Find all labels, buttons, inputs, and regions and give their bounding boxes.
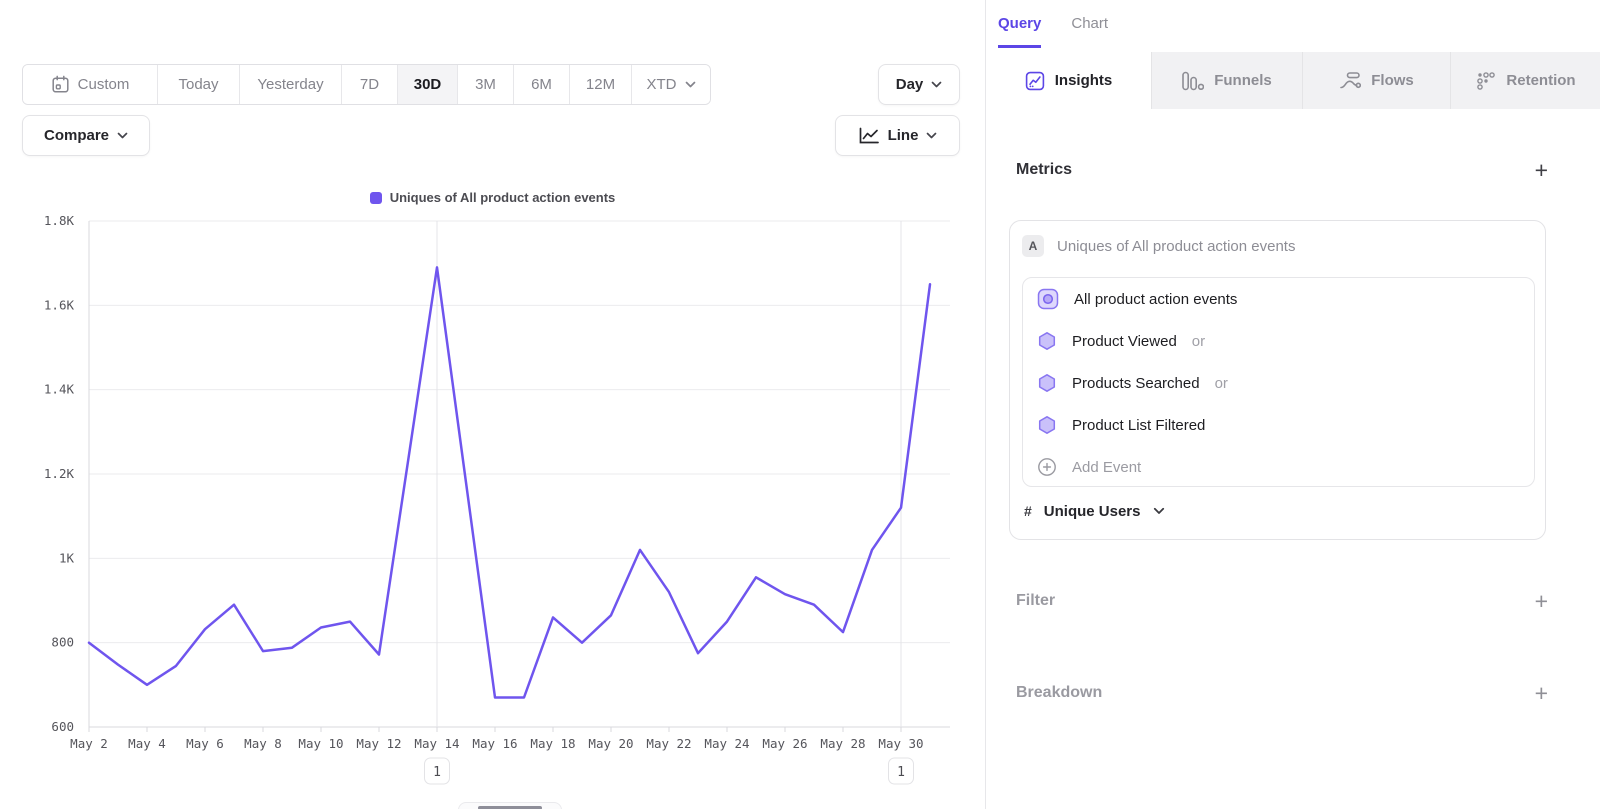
tab-insights[interactable]: Insights [986,52,1151,109]
svg-text:1.2K: 1.2K [44,466,75,481]
svg-text:1: 1 [897,765,905,780]
chevron-down-icon [926,132,937,139]
svg-text:May 14: May 14 [414,736,459,751]
chevron-down-icon [685,81,696,88]
metric-title: Uniques of All product action events [1057,238,1295,255]
add-metric-button[interactable]: + [1535,160,1548,180]
date-range-3m[interactable]: 3M [458,65,514,104]
svg-text:May 18: May 18 [530,736,575,751]
chart-legend: Uniques of All product action events [0,190,985,205]
svg-text:May 30: May 30 [878,736,923,751]
chart-panel: 600 800 1K 1.2K 1.4K 1.6K 1.8K May 2 May 4 May 6 M… [0,0,985,809]
insights-icon [1025,71,1045,91]
metrics-section-header: Metrics + [1016,156,1548,184]
metric-card: A Uniques of All product action events A… [1009,220,1546,540]
date-range-30d[interactable]: 30D [398,65,458,104]
svg-text:May 10: May 10 [298,736,343,751]
tab-funnels[interactable]: Funnels [1151,52,1302,109]
tab-chart[interactable]: Chart [1071,15,1108,48]
svg-text:800: 800 [51,635,74,650]
event-hexagon-icon [1037,415,1057,435]
aggregation-selector[interactable]: # Unique Users [1024,497,1165,525]
granularity-label: Day [896,76,924,93]
event-group-icon [1037,288,1059,310]
event-row-products-searched[interactable]: Products Searched or [1023,362,1534,404]
line-chart-icon [858,127,880,145]
svg-text:1.6K: 1.6K [44,297,75,312]
event-row-product-viewed[interactable]: Product Viewed or [1023,320,1534,362]
event-row-product-list-filtered[interactable]: Product List Filtered [1023,404,1534,446]
legend-label: Uniques of All product action events [390,190,616,205]
svg-text:1.4K: 1.4K [44,382,75,397]
events-card: All product action events Product Viewed… [1022,277,1535,487]
date-range-yesterday[interactable]: Yesterday [240,65,342,104]
svg-text:May 12: May 12 [356,736,401,751]
event-hexagon-icon [1037,331,1057,351]
svg-text:May 24: May 24 [704,736,749,751]
date-range-today[interactable]: Today [158,65,240,104]
legend-swatch [370,192,382,204]
retention-icon [1476,71,1496,91]
filter-section-header: Filter + [1016,587,1548,615]
aggregation-label: Unique Users [1044,503,1141,520]
add-event-button[interactable]: Add Event [1023,446,1534,487]
svg-text:May 2: May 2 [70,736,108,751]
app-root: 600 800 1K 1.2K 1.4K 1.6K 1.8K May 2 May 4 May 6 M… [0,0,1600,809]
svg-text:May 8: May 8 [244,736,282,751]
chevron-down-icon [1153,507,1165,515]
date-range-picker: Custom Today Yesterday 7D 30D 3M 6M 12M … [22,64,711,105]
svg-text:1.8K: 1.8K [44,213,75,228]
metrics-heading: Metrics [1016,161,1072,179]
svg-text:May 16: May 16 [472,736,517,751]
event-hexagon-icon [1037,373,1057,393]
number-icon: # [1024,503,1032,519]
flows-icon [1339,71,1361,91]
breakdown-heading: Breakdown [1016,684,1102,702]
query-panel: Query Chart Insights Funnels Flows [985,0,1600,809]
date-range-12m[interactable]: 12M [570,65,632,104]
report-tabs: Insights Funnels Flows Retention [986,52,1600,109]
tab-flows[interactable]: Flows [1302,52,1450,109]
svg-text:1K: 1K [59,550,75,565]
date-range-label: Custom [78,76,130,93]
chart-type-label: Line [888,127,919,144]
date-range-xtd[interactable]: XTD [632,65,710,104]
compare-dropdown[interactable]: Compare [22,115,150,156]
metric-label-badge: A [1022,235,1044,257]
filter-heading: Filter [1016,592,1055,610]
svg-text:May 26: May 26 [762,736,807,751]
svg-text:600: 600 [51,719,74,734]
metric-card-header: A Uniques of All product action events [1022,235,1295,257]
panel-tabs: Query Chart [998,15,1108,48]
chart-type-dropdown[interactable]: Line [835,115,960,156]
svg-text:May 22: May 22 [646,736,691,751]
compare-label: Compare [44,127,109,144]
add-breakdown-button[interactable]: + [1535,683,1548,703]
bottom-scrollbar[interactable] [458,802,562,809]
svg-text:May 6: May 6 [186,736,224,751]
granularity-dropdown[interactable]: Day [878,64,960,105]
date-range-6m[interactable]: 6M [514,65,570,104]
chevron-down-icon [117,132,128,139]
add-filter-button[interactable]: + [1535,591,1548,611]
date-range-7d[interactable]: 7D [342,65,398,104]
calendar-icon [51,75,70,94]
breakdown-section-header: Breakdown + [1016,679,1548,707]
svg-text:May 20: May 20 [588,736,633,751]
plus-circle-icon [1037,457,1057,477]
tab-retention[interactable]: Retention [1450,52,1600,109]
chevron-down-icon [931,81,942,88]
funnels-icon [1182,71,1204,91]
svg-text:May 4: May 4 [128,736,166,751]
svg-text:May 28: May 28 [820,736,865,751]
svg-text:1: 1 [433,765,441,780]
event-row-all-product-action-events[interactable]: All product action events [1023,278,1534,320]
tab-query[interactable]: Query [998,15,1041,48]
date-range-custom[interactable]: Custom [23,65,158,104]
